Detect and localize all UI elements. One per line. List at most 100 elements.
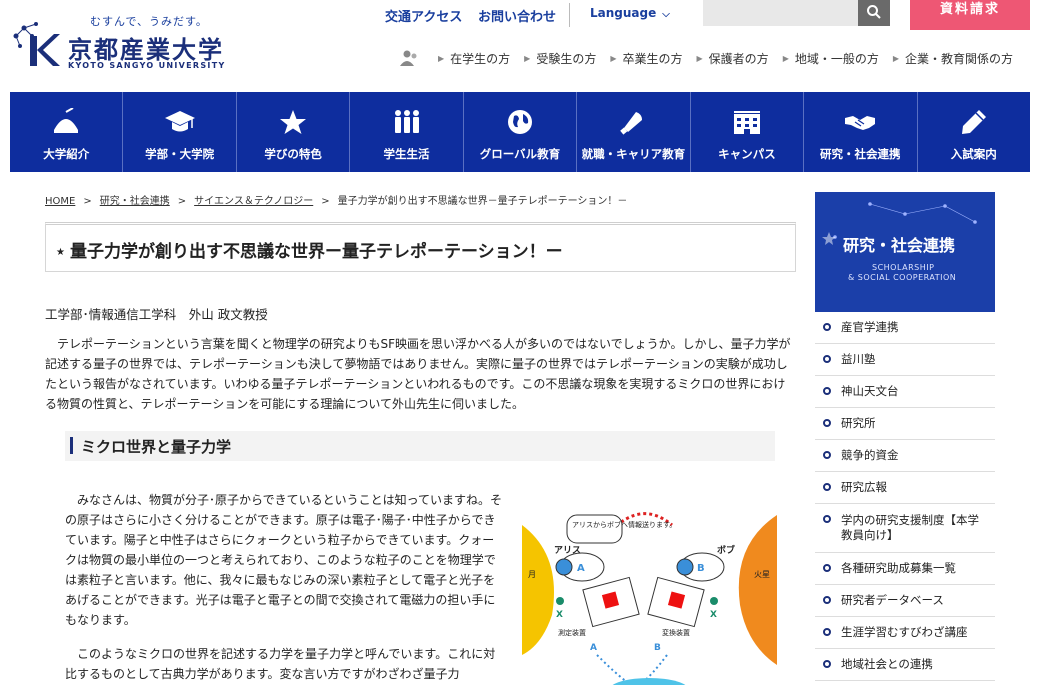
circle-bullet-icon bbox=[823, 451, 831, 459]
circle-bullet-icon bbox=[823, 419, 831, 427]
logo-english-name: KYOTO SANGYO UNIVERSITY bbox=[68, 61, 226, 70]
sidebar-item-label: 学内の研究支援制度【本学教員向け】 bbox=[841, 513, 979, 542]
circle-bullet-icon bbox=[823, 564, 831, 572]
circle-bullet-icon bbox=[823, 387, 831, 395]
person-icon bbox=[400, 50, 417, 66]
audience-label: 企業・教育関係の方 bbox=[905, 51, 1014, 66]
gnav-item-global[interactable]: グローバル教育 bbox=[464, 92, 578, 172]
speech-bubble-text: アリスからボブへ情報送ります。 bbox=[572, 520, 676, 529]
graduation-cap-icon bbox=[164, 111, 195, 132]
dome-icon bbox=[54, 108, 79, 133]
gnav-label: 入試案内 bbox=[950, 147, 997, 161]
label-a: A bbox=[590, 643, 597, 653]
divider bbox=[569, 3, 570, 27]
logo-name: 京都産業大学 bbox=[68, 35, 224, 64]
page-title: ★ 量子力学が創り出す不思議な世界ー量子テレポーテーション！ー bbox=[56, 237, 563, 262]
sidebar-item-grants[interactable]: 各種研究助成募集一覧 bbox=[815, 553, 995, 585]
sidebar-item-masukawa[interactable]: 益川塾 bbox=[815, 344, 995, 376]
article-paragraph: みなさんは、物質が分子･原子からできているということは知っていますね。その原子は… bbox=[65, 493, 503, 627]
triangle-icon: ▶ bbox=[524, 53, 531, 63]
circle-bullet-icon bbox=[823, 596, 831, 604]
audience-link-parents[interactable]: ▶ 保護者の方 bbox=[697, 50, 769, 67]
breadcrumb-home[interactable]: HOME bbox=[45, 196, 75, 207]
site-logo[interactable]: むすんで、うみだす。 京都産業大学 KYOTO SANGYO UNIVERSIT… bbox=[10, 10, 230, 70]
access-link[interactable]: 交通アクセス bbox=[385, 6, 462, 25]
device-left-label: 測定装置 bbox=[558, 628, 586, 637]
sidebar-item-label: 神山天文台 bbox=[841, 384, 899, 398]
breadcrumb-separator: > bbox=[321, 196, 330, 207]
bob-label: ボブ bbox=[717, 544, 735, 556]
sidebar-item-observatory[interactable]: 神山天文台 bbox=[815, 376, 995, 408]
page-title-text: 量子力学が創り出す不思議な世界ー量子テレポーテーション！ー bbox=[69, 242, 563, 262]
quantum-teleportation-illustration: アリスからボブへ情報送ります。 アリス ボブ 月 火星 A B X X 測定装置… bbox=[522, 512, 777, 685]
breadcrumb-research[interactable]: 研究・社会連携 bbox=[100, 196, 170, 207]
sidebar-subtitle: SCHOLARSHIP bbox=[872, 263, 935, 272]
gnav-item-about[interactable]: 大学紹介 bbox=[10, 92, 124, 172]
article-author: 工学部･情報通信工学科 外山 政文教授 bbox=[45, 307, 268, 322]
sidebar-item-community[interactable]: 地域社会との連携 bbox=[815, 649, 995, 681]
breadcrumb: HOME > 研究・社会連携 > サイエンス＆テクノロジー > 量子力学が創り出す不思議な世… bbox=[45, 192, 627, 207]
search-button[interactable] bbox=[858, 0, 890, 26]
sidebar-item-support[interactable]: 学内の研究支援制度【本学教員向け】 bbox=[815, 504, 995, 553]
breadcrumb-separator: > bbox=[83, 196, 92, 207]
sidebar-item-funding[interactable]: 競争的資金 bbox=[815, 440, 995, 472]
article-title-box: ★ 量子力学が創り出す不思議な世界ー量子テレポーテーション！ー bbox=[45, 222, 796, 272]
circle-bullet-icon bbox=[823, 483, 831, 491]
gnav-item-research[interactable]: 研究・社会連携 bbox=[804, 92, 918, 172]
article-lead: テレポーテーションという言葉を聞くと物理学の研究よりもSF映画を思い浮かべる人が… bbox=[45, 337, 791, 411]
sidebar-item-label: 研究広報 bbox=[841, 480, 887, 494]
circle-bullet-icon bbox=[823, 660, 831, 668]
audience-link-alumni[interactable]: ▶ 卒業生の方 bbox=[610, 50, 682, 67]
gnav-item-features[interactable]: 学びの特色 bbox=[237, 92, 351, 172]
sidebar-item-institutes[interactable]: 研究所 bbox=[815, 408, 995, 440]
mars-label: 火星 bbox=[754, 570, 770, 579]
triangle-icon: ▶ bbox=[782, 53, 789, 63]
audience-link-business[interactable]: ▶ 企業・教育関係の方 bbox=[893, 50, 1013, 67]
audience-label: 在学生の方 bbox=[450, 51, 511, 66]
sidebar-subtitle: & SOCIAL COOPERATION bbox=[848, 273, 957, 282]
moon-shape bbox=[522, 525, 554, 655]
moon-label: 月 bbox=[528, 570, 536, 579]
label-b: B bbox=[697, 563, 705, 574]
megaphone-icon bbox=[620, 112, 643, 135]
section-heading: ミクロ世界と量子力学 bbox=[65, 431, 775, 461]
audience-link-public[interactable]: ▶ 地域・一般の方 bbox=[783, 50, 879, 67]
mars-shape bbox=[738, 515, 777, 665]
sidebar-item-label: 産官学連携 bbox=[841, 320, 899, 334]
sidebar-menu: 産官学連携 益川塾 神山天文台 研究所 競争的資金 研究広報 学内の研究支援制度… bbox=[815, 312, 995, 681]
request-materials-button[interactable]: 資料請求 bbox=[910, 0, 1030, 30]
chevron-down-icon: ⌵ bbox=[662, 9, 670, 20]
audience-link-students[interactable]: ▶ 在学生の方 bbox=[438, 50, 510, 67]
sidebar-item-label: 各種研究助成募集一覧 bbox=[841, 561, 956, 575]
gnav-label: キャンパス bbox=[718, 147, 776, 161]
language-selector[interactable]: Language ⌵ bbox=[590, 6, 670, 20]
audience-link-applicants[interactable]: ▶ 受験生の方 bbox=[524, 50, 596, 67]
gnav-item-student-life[interactable]: 学生生活 bbox=[350, 92, 464, 172]
sidebar-item-label: 益川塾 bbox=[841, 352, 876, 366]
sidebar-item-industry[interactable]: 産官学連携 bbox=[815, 312, 995, 344]
gnav-label: 学部・大学院 bbox=[145, 147, 215, 161]
breadcrumb-current: 量子力学が創り出す不思議な世界－量子テレポーテーション！－ bbox=[337, 196, 628, 207]
gnav-item-admissions[interactable]: 入試案内 bbox=[918, 92, 1030, 172]
gnav-item-career[interactable]: 就職・キャリア教育 bbox=[577, 92, 691, 172]
article-paragraph: このようなミクロの世界を記述する力学を量子力学と呼んでいます。これに対比するもの… bbox=[65, 647, 496, 681]
pencil-icon bbox=[961, 110, 986, 134]
globe-icon bbox=[507, 110, 532, 134]
search-input[interactable] bbox=[703, 0, 859, 26]
sidebar-item-database[interactable]: 研究者データベース bbox=[815, 585, 995, 617]
label-a: A bbox=[577, 563, 585, 574]
sidebar-item-lifelong[interactable]: 生涯学習むすびわざ講座 bbox=[815, 617, 995, 649]
sidebar-item-label: 研究所 bbox=[841, 416, 876, 430]
gnav-item-faculties[interactable]: 学部・大学院 bbox=[123, 92, 237, 172]
contact-link[interactable]: お問い合わせ bbox=[478, 6, 556, 25]
logo-tagline: むすんで、うみだす。 bbox=[90, 15, 208, 28]
handshake-icon bbox=[845, 116, 876, 130]
gnav-item-campus[interactable]: キャンパス bbox=[691, 92, 805, 172]
sidebar-banner[interactable]: 研究・社会連携 SCHOLARSHIP & SOCIAL COOPERATION bbox=[815, 192, 995, 312]
audience-label: 卒業生の方 bbox=[622, 51, 683, 66]
logo-mark-icon bbox=[13, 22, 60, 66]
breadcrumb-science[interactable]: サイエンス＆テクノロジー bbox=[194, 196, 313, 207]
sidebar-item-pr[interactable]: 研究広報 bbox=[815, 472, 995, 504]
search-icon bbox=[867, 4, 881, 19]
gnav-label: 大学紹介 bbox=[43, 147, 90, 161]
